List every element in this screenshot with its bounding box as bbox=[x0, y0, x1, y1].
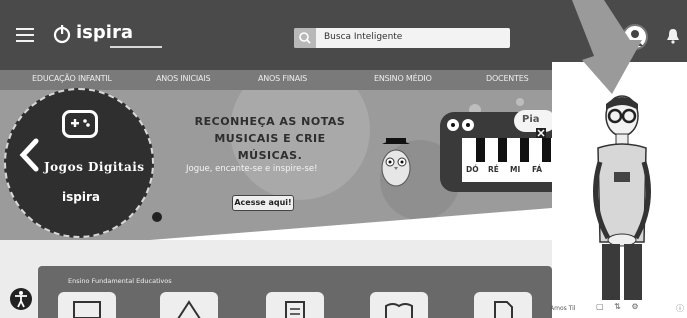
document-icon bbox=[285, 301, 305, 318]
owl-mascot-icon bbox=[381, 138, 411, 187]
carousel-dot[interactable] bbox=[152, 212, 162, 222]
sign-language-avatar bbox=[593, 95, 651, 300]
bell-icon[interactable] bbox=[666, 28, 680, 44]
accessibility-icon bbox=[15, 291, 27, 308]
banner-subline: Jogue, encante-se e inspire-se! bbox=[186, 164, 318, 174]
page: ispira Busca Inteligente EDUCAÇÃO INFANT… bbox=[0, 0, 687, 318]
search-input[interactable]: Busca Inteligente bbox=[324, 32, 402, 42]
piano-title: Pia bbox=[522, 114, 540, 125]
nav-item-ensino-medio[interactable]: ENSINO MÉDIO bbox=[374, 74, 432, 83]
game-card[interactable] bbox=[160, 292, 218, 318]
piano-key-mi[interactable]: MI bbox=[510, 165, 520, 174]
game-card[interactable] bbox=[266, 292, 324, 318]
game-card[interactable] bbox=[474, 292, 532, 318]
avatar-controls[interactable]: ▢ ⇅ ⚙ bbox=[596, 302, 643, 311]
piano-key-re[interactable]: RÉ bbox=[488, 165, 499, 174]
search-bar[interactable]: Busca Inteligente bbox=[294, 28, 510, 48]
banner-headline: RECONHEÇA AS NOTAS MUSICAIS E CRIE MÚSIC… bbox=[180, 113, 360, 164]
game-card[interactable] bbox=[370, 292, 428, 318]
piano-black-key[interactable] bbox=[520, 138, 529, 162]
logo-tagline-bar bbox=[110, 46, 162, 48]
headline-line-2: MUSICAIS E CRIE MÚSICAS. bbox=[214, 132, 326, 162]
headline-line-1: RECONHEÇA AS NOTAS bbox=[194, 115, 346, 128]
menu-icon[interactable] bbox=[16, 28, 34, 42]
info-icon[interactable]: ⓘ bbox=[676, 303, 684, 314]
piano-key-fa[interactable]: FÁ bbox=[532, 165, 542, 174]
arrow-icon bbox=[572, 0, 642, 94]
logo-mark-icon bbox=[53, 25, 71, 44]
nav-item-anos-finais[interactable]: ANOS FINAIS bbox=[258, 74, 307, 83]
file-icon bbox=[494, 301, 513, 318]
piano-key-do[interactable]: DÓ bbox=[466, 165, 479, 174]
site-logo[interactable]: ispira bbox=[52, 20, 162, 50]
section-title: Ensino Fundamental Educativos bbox=[68, 277, 172, 285]
search-button[interactable] bbox=[294, 28, 316, 48]
piano-black-key[interactable] bbox=[476, 138, 485, 162]
game-card[interactable] bbox=[58, 292, 116, 318]
badge-logo: ispira bbox=[62, 190, 100, 204]
open-book-icon bbox=[385, 303, 413, 318]
nav-item-educacao-infantil[interactable]: EDUCAÇÃO INFANTIL bbox=[32, 74, 112, 83]
triangle-icon bbox=[177, 300, 201, 318]
monitor-icon bbox=[73, 301, 101, 318]
accessibility-button[interactable] bbox=[10, 288, 32, 310]
logo-text: ispira bbox=[76, 22, 133, 43]
access-here-button[interactable]: Acesse aqui! bbox=[232, 195, 294, 211]
search-icon bbox=[299, 32, 311, 44]
close-icon[interactable] bbox=[536, 128, 546, 138]
piano-black-key[interactable] bbox=[498, 138, 507, 162]
avatar-footer-label: Amos Til bbox=[550, 305, 576, 312]
piano-black-key[interactable] bbox=[542, 138, 551, 162]
piano-eyes bbox=[447, 119, 474, 131]
piano-title-cloud: Pia bbox=[514, 110, 556, 132]
nav-item-docentes[interactable]: DOCENTES bbox=[486, 74, 529, 83]
game-controller-icon bbox=[62, 110, 98, 138]
nav-item-anos-iniciais[interactable]: ANOS INICIAIS bbox=[156, 74, 211, 83]
badge-title: Jogos Digitais bbox=[44, 160, 145, 174]
chevron-left-icon[interactable] bbox=[18, 138, 40, 172]
